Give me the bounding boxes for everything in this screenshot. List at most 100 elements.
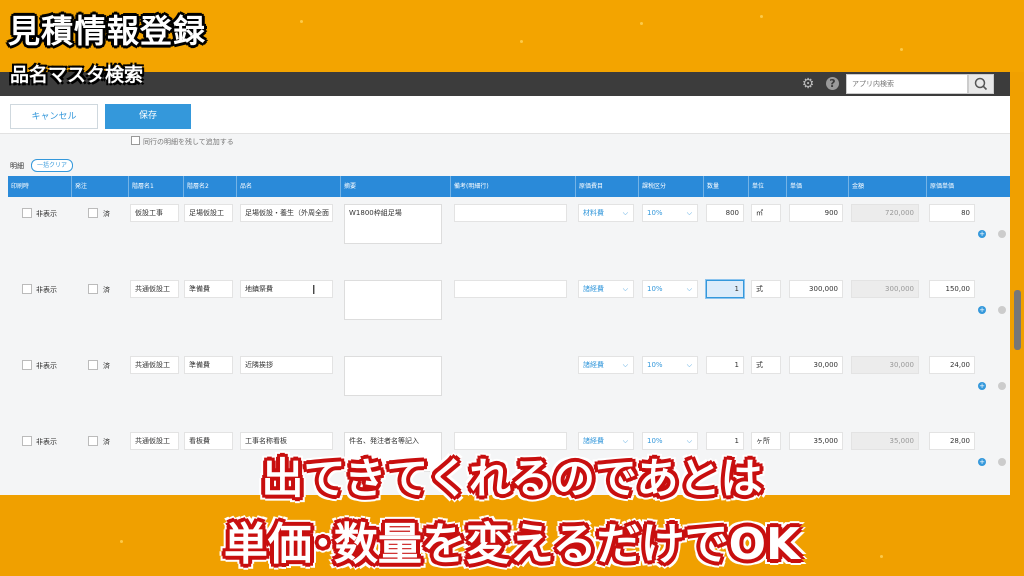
column-header: 単位 bbox=[748, 176, 786, 197]
level2-field[interactable]: 準備費 bbox=[184, 356, 233, 374]
table-row: 非表示 済 仮設工事 足場仮設工 足場仮設・養生（外周全面 W1800枠組足場 … bbox=[8, 198, 1010, 274]
chevron-down-icon: ⌵ bbox=[622, 285, 628, 293]
add-row-icon[interactable]: + bbox=[978, 230, 986, 238]
ordered-label: 済 bbox=[103, 210, 110, 218]
cost-price-field[interactable]: 24,00 bbox=[929, 356, 975, 374]
cost-price-field[interactable]: 150,00 bbox=[929, 280, 975, 298]
keep-row-checkbox[interactable] bbox=[131, 136, 140, 145]
top-bar: ⚙ ? bbox=[0, 72, 1010, 96]
column-header: 品名 bbox=[236, 176, 340, 197]
quantity-field[interactable]: 1 bbox=[706, 280, 744, 298]
cost-item-value: 諸経費 bbox=[583, 361, 604, 369]
table-row: 非表示 済 共通仮設工 準備費 近隣挨拶 諸経費 ⌵ 10% ⌵ 1 式 30,00… bbox=[8, 352, 1010, 428]
column-header: 備考(明細行) bbox=[450, 176, 575, 197]
decor-speck bbox=[300, 20, 303, 23]
tax-value: 10% bbox=[647, 209, 663, 217]
tax-select[interactable]: 10% ⌵ bbox=[642, 204, 698, 222]
ordered-checkbox[interactable] bbox=[88, 208, 98, 218]
column-header: 単価 bbox=[786, 176, 848, 197]
quantity-field[interactable]: 1 bbox=[706, 356, 744, 374]
column-header: 摘要 bbox=[340, 176, 450, 197]
tax-select[interactable]: 10% ⌵ bbox=[642, 280, 698, 298]
text-cursor-icon: I bbox=[312, 283, 316, 297]
level1-field[interactable]: 共通仮設工 bbox=[130, 280, 179, 298]
chevron-down-icon: ⌵ bbox=[622, 209, 628, 217]
unit-field[interactable]: ㎡ bbox=[751, 204, 781, 222]
keep-row-option[interactable]: 同行の明細を残して追加する bbox=[131, 136, 234, 147]
ordered-label: 済 bbox=[103, 362, 110, 370]
unit-price-field[interactable]: 900 bbox=[789, 204, 843, 222]
caption-line-1: 出てきてくれるのであとは bbox=[261, 454, 763, 503]
note-textarea[interactable] bbox=[344, 356, 442, 396]
add-row-icon[interactable]: + bbox=[978, 306, 986, 314]
column-header: 発注 bbox=[71, 176, 128, 197]
decor-speck bbox=[640, 22, 643, 25]
save-button[interactable]: 保存 bbox=[105, 104, 191, 129]
caption-line-2: 単価･数量を変えるだけでOK bbox=[223, 519, 801, 570]
column-header: 階層名1 bbox=[128, 176, 183, 197]
help-icon[interactable]: ? bbox=[826, 77, 839, 90]
ordered-checkbox[interactable] bbox=[88, 360, 98, 370]
cancel-button[interactable]: キャンセル bbox=[10, 104, 98, 129]
cost-item-value: 材料費 bbox=[583, 209, 604, 217]
hide-checkbox[interactable] bbox=[22, 360, 32, 370]
note-textarea[interactable] bbox=[344, 280, 442, 320]
remark-field[interactable] bbox=[454, 204, 567, 222]
hide-label: 非表示 bbox=[36, 362, 57, 370]
tax-value: 10% bbox=[647, 437, 663, 445]
table-row: 非表示 済 共通仮設工 準備費 地鎮祭費 I 諸経費 ⌵ 10% ⌵ 1 式 300… bbox=[8, 275, 1010, 351]
remove-row-icon[interactable] bbox=[998, 306, 1006, 314]
decor-speck bbox=[520, 40, 523, 43]
table-header: 印刷時 発注 階層名1 階層名2 品名 摘要 備考(明細行) 原価費目 課税区分… bbox=[8, 176, 1010, 197]
unit-field[interactable]: 式 bbox=[751, 280, 781, 298]
cost-item-select[interactable]: 諸経費 ⌵ bbox=[578, 280, 634, 298]
remark-field[interactable] bbox=[454, 280, 567, 298]
item-name-field[interactable]: 近隣挨拶 bbox=[240, 356, 333, 374]
cost-price-field[interactable]: 80 bbox=[929, 204, 975, 222]
tax-value: 10% bbox=[647, 361, 663, 369]
hide-label: 非表示 bbox=[36, 286, 57, 294]
amount-field: 300,000 bbox=[851, 280, 919, 298]
gear-icon[interactable]: ⚙ bbox=[800, 76, 816, 92]
column-header: 原価費目 bbox=[575, 176, 638, 197]
level2-field[interactable]: 準備費 bbox=[184, 280, 233, 298]
cost-item-select[interactable]: 材料費 ⌵ bbox=[578, 204, 634, 222]
note-textarea[interactable]: W1800枠組足場 bbox=[344, 204, 442, 244]
item-name-field[interactable]: 足場仮設・養生（外周全面 bbox=[240, 204, 333, 222]
amount-field: 30,000 bbox=[851, 356, 919, 374]
unit-price-field[interactable]: 300,000 bbox=[789, 280, 843, 298]
level1-field[interactable]: 仮設工事 bbox=[130, 204, 179, 222]
amount-field: 720,000 bbox=[851, 204, 919, 222]
tax-value: 10% bbox=[647, 285, 663, 293]
level2-field[interactable]: 足場仮設工 bbox=[184, 204, 233, 222]
search-button[interactable] bbox=[968, 74, 994, 94]
hide-checkbox[interactable] bbox=[22, 208, 32, 218]
ordered-label: 済 bbox=[103, 286, 110, 294]
app-search-input[interactable] bbox=[846, 74, 968, 94]
cost-item-value: 諸経費 bbox=[583, 437, 604, 445]
column-header: 印刷時 bbox=[11, 183, 30, 190]
remove-row-icon[interactable] bbox=[998, 382, 1006, 390]
level1-field[interactable]: 共通仮設工 bbox=[130, 356, 179, 374]
item-name-field[interactable]: 地鎮祭費 bbox=[240, 280, 333, 298]
tax-select[interactable]: 10% ⌵ bbox=[642, 356, 698, 374]
quantity-field[interactable]: 800 bbox=[706, 204, 744, 222]
chevron-down-icon: ⌵ bbox=[622, 361, 628, 369]
video-title: 見積情報登録 bbox=[8, 12, 207, 50]
chevron-down-icon: ⌵ bbox=[686, 285, 692, 293]
clear-all-button[interactable]: 一括クリア bbox=[31, 159, 74, 172]
ordered-checkbox[interactable] bbox=[88, 284, 98, 294]
cost-item-select[interactable]: 諸経費 ⌵ bbox=[578, 356, 634, 374]
unit-price-field[interactable]: 30,000 bbox=[789, 356, 843, 374]
cost-item-value: 諸経費 bbox=[583, 285, 604, 293]
search-icon bbox=[974, 77, 988, 91]
unit-field[interactable]: 式 bbox=[751, 356, 781, 374]
hide-checkbox[interactable] bbox=[22, 284, 32, 294]
details-section-label: 明細 bbox=[10, 162, 24, 170]
chevron-down-icon: ⌵ bbox=[686, 209, 692, 217]
app-window: ⚙ ? キャンセル 保存 同行の明細を残して追加する 明細 一括クリア 印刷時 … bbox=[0, 72, 1010, 495]
scrollbar-thumb[interactable] bbox=[1014, 290, 1021, 350]
remove-row-icon[interactable] bbox=[998, 230, 1006, 238]
add-row-icon[interactable]: + bbox=[978, 382, 986, 390]
page-scrollbar[interactable] bbox=[1010, 72, 1024, 495]
